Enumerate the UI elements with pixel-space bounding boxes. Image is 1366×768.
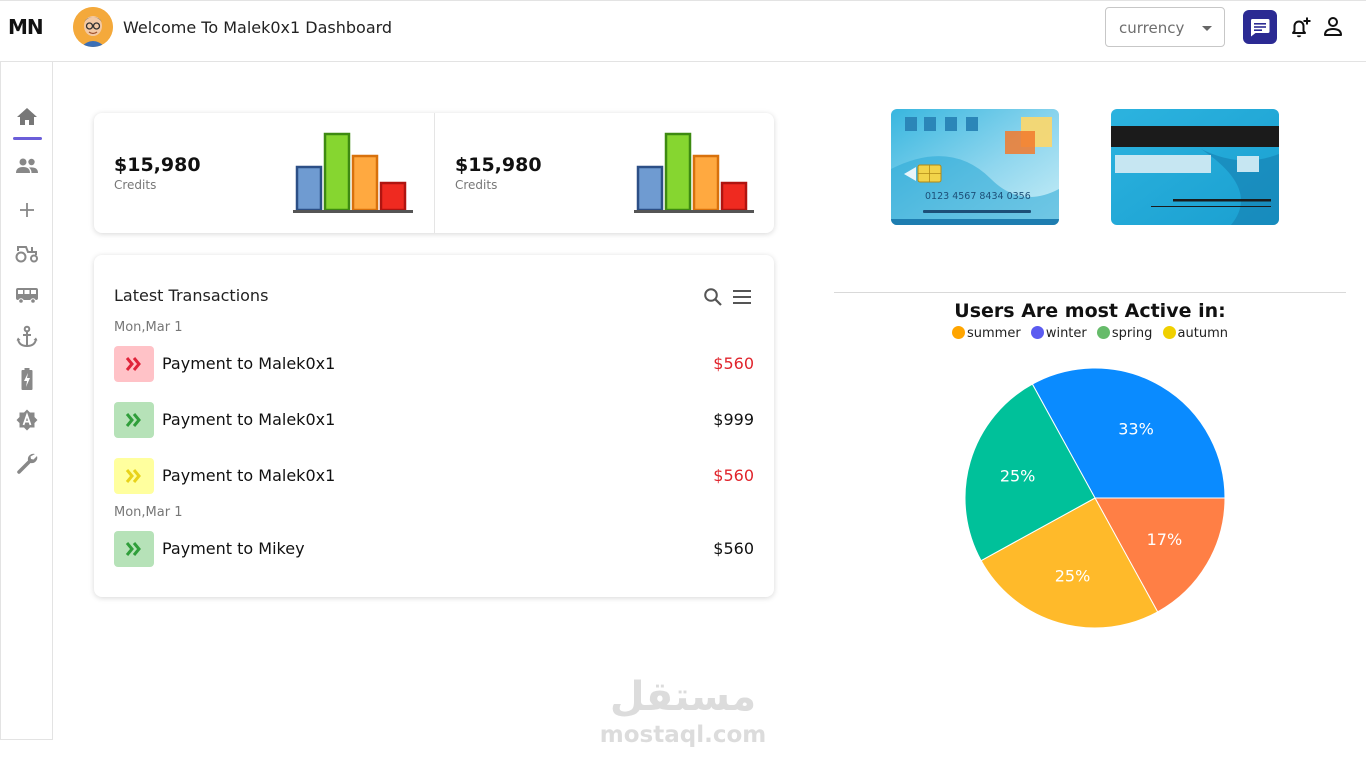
legend-label: autumn <box>1178 326 1228 341</box>
search-icon[interactable] <box>703 287 723 307</box>
double-chevron-right-icon <box>114 458 154 494</box>
credits-stats-card: $15,980 Credits $15,980 Credits <box>94 113 774 233</box>
bar-chart-icon <box>292 131 414 213</box>
transaction-kind-icon <box>114 402 154 438</box>
top-bar: MN Welcome To Malek0x1 Dashboard currenc… <box>0 0 1366 62</box>
sidebar-item-tractor[interactable] <box>14 240 40 266</box>
legend-item-spring[interactable]: spring <box>1097 326 1152 341</box>
legend-label: spring <box>1112 326 1152 341</box>
notifications-button[interactable] <box>1288 15 1312 39</box>
transaction-name: Payment to Mikey <box>162 539 305 558</box>
transaction-amount: $560 <box>713 539 754 558</box>
page-title: Welcome To Malek0x1 Dashboard <box>123 18 392 37</box>
chevron-down-icon <box>1202 26 1212 31</box>
sidebar-item-users[interactable] <box>14 153 40 179</box>
sidebar-item-settings[interactable] <box>14 450 40 476</box>
sidebar-item-badge[interactable] <box>14 408 40 434</box>
card-number: 0123 4567 8434 0356 <box>925 191 1031 202</box>
legend-item-summer[interactable]: summer <box>952 326 1021 341</box>
bus-icon <box>14 282 40 308</box>
transaction-row[interactable]: Payment to Mikey $560 <box>114 531 754 567</box>
home-icon <box>14 104 40 130</box>
anchor-icon <box>14 324 40 350</box>
transaction-name: Payment to Malek0x1 <box>162 354 335 373</box>
pie-slice-label: 17% <box>1147 530 1183 549</box>
transaction-name: Payment to Malek0x1 <box>162 410 335 429</box>
app-logo[interactable]: MN <box>8 15 43 39</box>
credit-card-front[interactable]: 0123 4567 8434 0356 <box>891 109 1059 225</box>
legend-label: winter <box>1046 326 1087 341</box>
transaction-row[interactable]: Payment to Malek0x1 $999 <box>114 402 754 438</box>
watermark: مستقل mostaql.com <box>598 672 768 748</box>
transaction-row[interactable]: Payment to Malek0x1 $560 <box>114 458 754 494</box>
watermark-arabic: مستقل <box>598 672 768 722</box>
stat-tile: $15,980 Credits <box>434 113 774 233</box>
stat-value: $15,980 <box>455 154 542 176</box>
bell-plus-icon <box>1288 15 1312 39</box>
transaction-name: Payment to Malek0x1 <box>162 466 335 485</box>
transaction-kind-icon <box>114 458 154 494</box>
wrench-icon <box>14 450 40 476</box>
stat-label: Credits <box>114 178 156 192</box>
legend-swatch <box>1163 326 1176 339</box>
menu-icon[interactable] <box>732 288 752 306</box>
transaction-kind-icon <box>114 531 154 567</box>
currency-select[interactable]: currency <box>1105 7 1225 47</box>
legend-item-autumn[interactable]: autumn <box>1163 326 1228 341</box>
tractor-icon <box>14 240 40 266</box>
chat-button[interactable] <box>1243 10 1277 44</box>
watermark-latin: mostaql.com <box>598 722 768 748</box>
battery-icon <box>14 366 40 392</box>
credit-card-back-image <box>1111 109 1279 225</box>
latest-transactions-card: Latest Transactions Mon,Mar 1 Payment to… <box>94 255 774 597</box>
bar-chart-icon <box>633 131 755 213</box>
currency-select-label: currency <box>1119 19 1184 37</box>
pie-slice-label: 25% <box>1000 467 1036 486</box>
pie-slice-label: 33% <box>1118 420 1154 439</box>
chart-legend: summer winter spring autumn <box>834 326 1346 341</box>
sidebar <box>0 62 53 740</box>
sidebar-item-add[interactable] <box>14 197 40 223</box>
sidebar-item-bus[interactable] <box>14 282 40 308</box>
chart-title: Users Are most Active in: <box>834 300 1346 322</box>
legend-swatch <box>1097 326 1110 339</box>
sidebar-active-indicator <box>13 137 42 140</box>
credit-card-back[interactable] <box>1111 109 1279 225</box>
users-icon <box>14 153 40 179</box>
transaction-date: Mon,Mar 1 <box>114 320 182 335</box>
legend-swatch <box>952 326 965 339</box>
stat-label: Credits <box>455 178 497 192</box>
plus-icon <box>14 197 40 223</box>
double-chevron-right-icon <box>114 531 154 567</box>
transaction-date: Mon,Mar 1 <box>114 505 182 520</box>
pie-chart: 33% 17% 25% 25% <box>955 360 1235 640</box>
credit-card-front-image: 0123 4567 8434 0356 <box>891 109 1059 225</box>
transaction-amount: $560 <box>713 466 754 485</box>
chat-icon <box>1243 10 1277 44</box>
transactions-title: Latest Transactions <box>114 286 268 305</box>
avatar[interactable] <box>73 7 113 47</box>
double-chevron-right-icon <box>114 402 154 438</box>
legend-swatch <box>1031 326 1044 339</box>
section-divider <box>834 292 1346 293</box>
pie-slice-label: 25% <box>1055 566 1091 585</box>
transaction-amount: $560 <box>713 354 754 373</box>
transaction-amount: $999 <box>713 410 754 429</box>
transaction-kind-icon <box>114 346 154 382</box>
legend-item-winter[interactable]: winter <box>1031 326 1087 341</box>
stat-value: $15,980 <box>114 154 201 176</box>
badge-a-icon <box>14 408 40 434</box>
legend-label: summer <box>967 326 1021 341</box>
sidebar-item-battery[interactable] <box>14 366 40 392</box>
sidebar-item-anchor[interactable] <box>14 324 40 350</box>
user-account-button[interactable] <box>1322 15 1344 39</box>
stat-tile: $15,980 Credits <box>94 113 434 233</box>
user-icon <box>1322 15 1344 39</box>
double-chevron-right-icon <box>114 346 154 382</box>
transaction-row[interactable]: Payment to Malek0x1 $560 <box>114 346 754 382</box>
sidebar-item-home[interactable] <box>14 104 40 130</box>
